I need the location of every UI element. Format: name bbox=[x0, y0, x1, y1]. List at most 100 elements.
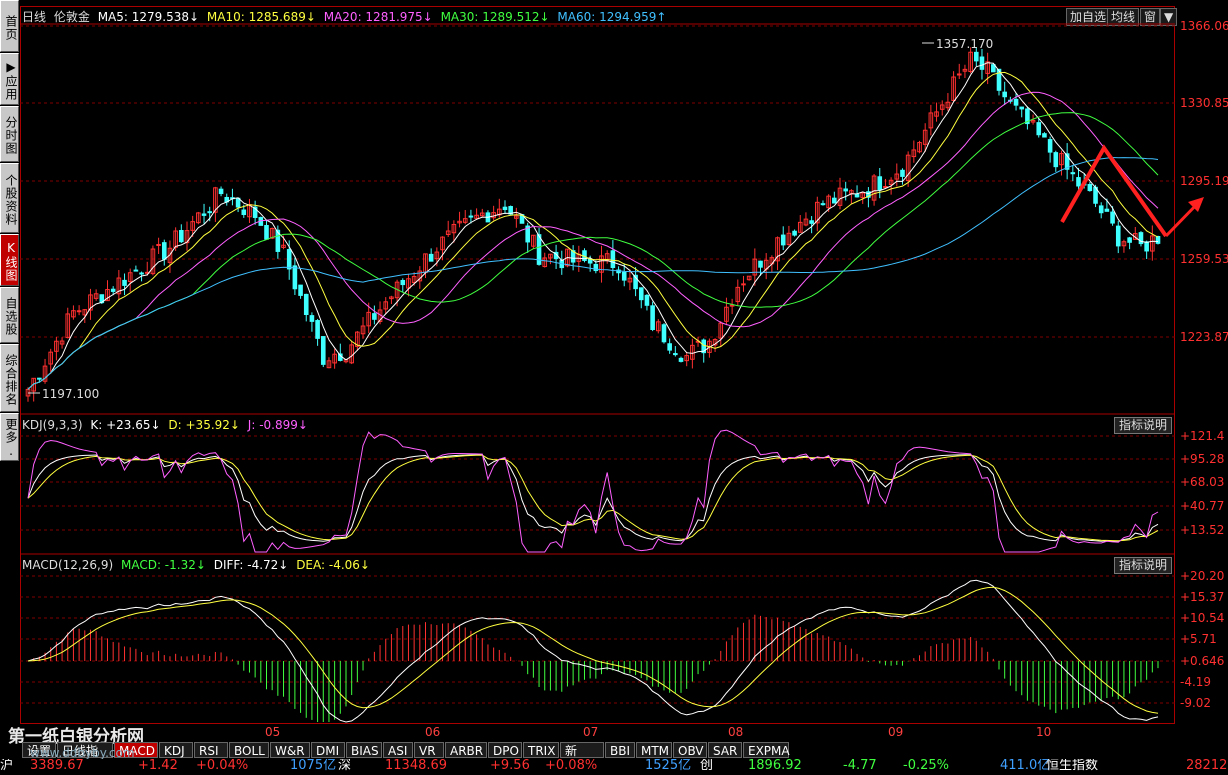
tab-kdj[interactable]: KDJ bbox=[159, 742, 193, 758]
candle-body bbox=[638, 287, 644, 301]
ticker-item: 1525亿 bbox=[645, 759, 692, 773]
low-price-label: 1197.100 bbox=[42, 387, 100, 401]
candle-body bbox=[729, 304, 735, 307]
candle-body bbox=[156, 243, 161, 246]
candle-body bbox=[644, 294, 650, 306]
candle-body bbox=[218, 188, 224, 195]
tab-bbi[interactable]: BBI bbox=[605, 742, 635, 758]
candle-body bbox=[372, 313, 377, 320]
ticker-item: +1.42 bbox=[138, 759, 178, 773]
ma30-line bbox=[27, 112, 1159, 390]
candle-body bbox=[1042, 133, 1047, 138]
candle-body bbox=[780, 234, 786, 246]
ticker-item: -0.25% bbox=[903, 759, 949, 773]
ma5-line bbox=[27, 62, 1159, 390]
ticker-item: +0.04% bbox=[196, 759, 249, 773]
candle-body bbox=[241, 209, 247, 216]
candle-body bbox=[1036, 122, 1042, 136]
candle-body bbox=[37, 377, 42, 380]
candle-body bbox=[161, 242, 167, 260]
tab-bias[interactable]: BIAS bbox=[346, 742, 382, 758]
candle-body bbox=[854, 193, 860, 198]
candle-body bbox=[1013, 98, 1019, 106]
tab-boll[interactable]: BOLL bbox=[229, 742, 269, 758]
macd-axis-label: +0.646 bbox=[1180, 654, 1225, 668]
candle-body bbox=[502, 206, 508, 211]
ticker-item: +9.56 bbox=[490, 759, 530, 773]
price-axis-label: 1259.532 bbox=[1180, 252, 1228, 266]
ma10-line bbox=[27, 71, 1159, 390]
candle-body bbox=[264, 224, 269, 240]
tab-obv[interactable]: OBV bbox=[673, 742, 707, 758]
candle-body bbox=[758, 260, 763, 268]
tab-mtm[interactable]: MTM bbox=[636, 742, 672, 758]
price-axis-label: 1330.857 bbox=[1180, 96, 1228, 110]
tab-dmi[interactable]: DMI bbox=[311, 742, 345, 758]
tab-wr[interactable]: W&R bbox=[270, 742, 310, 758]
watermark-url: www.ddbyby.com bbox=[30, 746, 135, 760]
candle-body bbox=[820, 203, 826, 206]
ticker-item: 11348.69 bbox=[385, 759, 448, 773]
tab-expma[interactable]: EXPMA bbox=[743, 742, 790, 758]
candle-body bbox=[1155, 235, 1161, 244]
candle-body bbox=[973, 51, 979, 62]
candle-body bbox=[877, 176, 883, 191]
ticker-item: 411.0亿 bbox=[1000, 759, 1051, 773]
ticker-item: 3389.67 bbox=[30, 759, 84, 773]
ticker-item: 恒生指数 bbox=[1046, 759, 1099, 773]
kdj-axis-label: +40.77 bbox=[1180, 499, 1225, 513]
macd-axis-label: +5.71 bbox=[1180, 632, 1217, 646]
tab-trix[interactable]: TRIX bbox=[523, 742, 559, 758]
tab-arbr[interactable]: ARBR bbox=[445, 742, 487, 758]
tab-rsi[interactable]: RSI bbox=[194, 742, 228, 758]
candle-body bbox=[661, 324, 667, 343]
month-label: 08 bbox=[728, 725, 744, 739]
ma60-line bbox=[27, 156, 1159, 390]
kdj-axis-label: +121.4 bbox=[1180, 429, 1225, 443]
candle-body bbox=[1076, 177, 1081, 187]
candle-body bbox=[179, 230, 184, 243]
kdj-j-line bbox=[27, 429, 1159, 553]
candle-body bbox=[1110, 211, 1115, 224]
candle-body bbox=[76, 310, 82, 313]
tab-dma[interactable]: 新DMA bbox=[560, 742, 604, 774]
candle-body bbox=[468, 215, 474, 218]
price-axis-label: 1366.063 bbox=[1180, 19, 1228, 33]
candle-body bbox=[621, 271, 627, 281]
market-ticker: 沪 3389.67 +1.42 +0.04% 1075亿深 11348.69 +9.56 +0… bbox=[0, 759, 1228, 773]
candle-body bbox=[207, 211, 213, 214]
kdj-axis-label: +13.52 bbox=[1180, 523, 1225, 537]
candle-body bbox=[667, 343, 672, 351]
candle-body bbox=[303, 293, 309, 315]
candle-body bbox=[1144, 241, 1149, 252]
tab-vr[interactable]: VR bbox=[414, 742, 444, 758]
macd-diff-line bbox=[27, 579, 1159, 723]
tab-sar[interactable]: SAR bbox=[708, 742, 742, 758]
candle-body bbox=[979, 56, 985, 70]
candle-body bbox=[1002, 91, 1007, 98]
candle-body bbox=[673, 353, 678, 356]
tab-dpo[interactable]: DPO bbox=[488, 742, 522, 758]
tab-asi[interactable]: ASI bbox=[383, 742, 413, 758]
candle-body bbox=[1053, 152, 1059, 168]
ticker-item: 1075亿 bbox=[290, 759, 337, 773]
candle-body bbox=[650, 305, 655, 331]
kdj-axis-label: +68.03 bbox=[1180, 475, 1225, 489]
month-label: 07 bbox=[583, 725, 599, 739]
candle-body bbox=[1087, 184, 1093, 192]
macd-axis-label: +10.54 bbox=[1180, 611, 1225, 625]
candle-body bbox=[110, 288, 116, 292]
macd-axis-label: +15.37 bbox=[1180, 590, 1225, 604]
candle-body bbox=[832, 197, 837, 204]
macd-axis-label: -9.02 bbox=[1180, 696, 1212, 710]
ma20-line bbox=[27, 91, 1159, 390]
ticker-item: +0.08% bbox=[545, 759, 598, 773]
candle-body bbox=[298, 284, 303, 296]
candle-body bbox=[122, 279, 127, 286]
ticker-item: 1896.92 bbox=[748, 759, 802, 773]
candle-body bbox=[900, 169, 905, 177]
ticker-item: 28212 bbox=[1186, 759, 1228, 773]
high-price-label: 1357.170 bbox=[936, 37, 994, 51]
chart-canvas[interactable] bbox=[0, 0, 1228, 773]
candle-body bbox=[610, 250, 616, 269]
